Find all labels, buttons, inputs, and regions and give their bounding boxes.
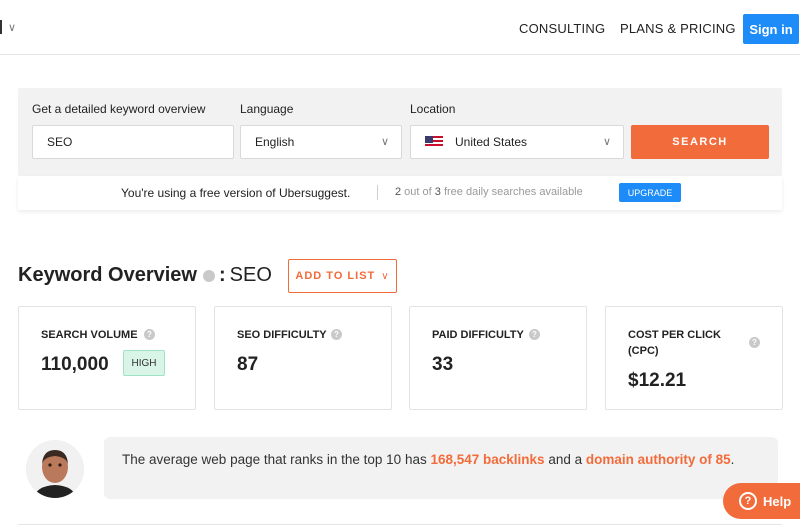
metric-card-seo-difficulty: SEO DIFFICULTY ? 87 xyxy=(214,306,392,410)
backlinks-highlight: 168,547 backlinks xyxy=(430,452,545,467)
sign-in-button[interactable]: Sign in xyxy=(743,14,799,44)
add-to-list-button[interactable]: ADD TO LIST ∨ xyxy=(288,259,397,293)
free-version-message: You're using a free version of Ubersugge… xyxy=(121,186,351,200)
chevron-down-icon: ∨ xyxy=(380,136,389,148)
metric-value: 87 xyxy=(237,354,259,375)
location-select[interactable]: United States ∨ xyxy=(410,125,624,159)
help-icon[interactable]: ? xyxy=(749,337,760,348)
page-title: Keyword Overview : SEO xyxy=(18,264,272,286)
divider xyxy=(18,524,782,525)
metric-value: 33 xyxy=(432,354,454,375)
divider xyxy=(377,185,378,200)
flag-icon xyxy=(0,20,2,34)
overview-title: Keyword Overview xyxy=(18,264,197,286)
volume-badge: HIGH xyxy=(123,350,165,376)
chevron-down-icon: ∨ xyxy=(602,136,611,148)
language-select[interactable]: English ∨ xyxy=(240,125,402,159)
top-navbar: ∨ CONSULTING PLANS & PRICING Sign in xyxy=(0,0,800,55)
location-select-value: United States xyxy=(455,135,528,149)
help-icon[interactable]: ? xyxy=(331,329,342,340)
upgrade-button[interactable]: UPGRADE xyxy=(619,183,681,202)
chevron-down-icon: ∨ xyxy=(381,270,390,282)
search-button[interactable]: SEARCH xyxy=(631,125,769,159)
overview-keyword: SEO xyxy=(229,264,272,286)
free-version-bar: You're using a free version of Ubersugge… xyxy=(18,176,782,210)
metric-card-cpc: COST PER CLICK (CPC) ? $12.21 xyxy=(605,306,783,410)
keyword-input[interactable] xyxy=(32,125,234,159)
search-count-text: 2 out of 3 free daily searches available xyxy=(395,186,583,198)
metric-label: SEARCH VOLUME xyxy=(41,329,138,341)
chevron-down-icon: ∨ xyxy=(8,21,17,34)
us-flag-icon xyxy=(425,136,443,148)
metric-value: 110,000 xyxy=(41,354,109,375)
help-icon[interactable]: ? xyxy=(529,329,540,340)
help-button[interactable]: ? Help xyxy=(723,483,800,519)
tip-bubble: The average web page that ranks in the t… xyxy=(104,437,778,499)
keyword-field-label: Get a detailed keyword overview xyxy=(32,102,206,116)
domain-authority-highlight: domain authority of 85 xyxy=(585,452,731,467)
nav-plans-pricing-link[interactable]: PLANS & PRICING xyxy=(620,21,736,36)
keyword-search-panel: Get a detailed keyword overview Language… xyxy=(18,88,782,176)
info-icon[interactable] xyxy=(202,269,215,282)
location-field-label: Location xyxy=(410,102,456,116)
metric-label: COST PER CLICK (CPC) xyxy=(628,329,721,357)
question-icon: ? xyxy=(739,492,757,510)
avatar xyxy=(26,440,84,498)
metric-label: SEO DIFFICULTY xyxy=(237,329,327,341)
language-switcher[interactable]: ∨ xyxy=(0,20,16,34)
metric-card-search-volume: SEARCH VOLUME ? 110,000 HIGH xyxy=(18,306,196,410)
language-select-value: English xyxy=(255,135,295,149)
language-field-label: Language xyxy=(240,102,294,116)
help-icon[interactable]: ? xyxy=(144,329,155,340)
metric-label: PAID DIFFICULTY xyxy=(432,329,524,341)
nav-consulting-link[interactable]: CONSULTING xyxy=(519,21,605,36)
metric-value: $12.21 xyxy=(628,370,687,391)
metric-card-paid-difficulty: PAID DIFFICULTY ? 33 xyxy=(409,306,587,410)
